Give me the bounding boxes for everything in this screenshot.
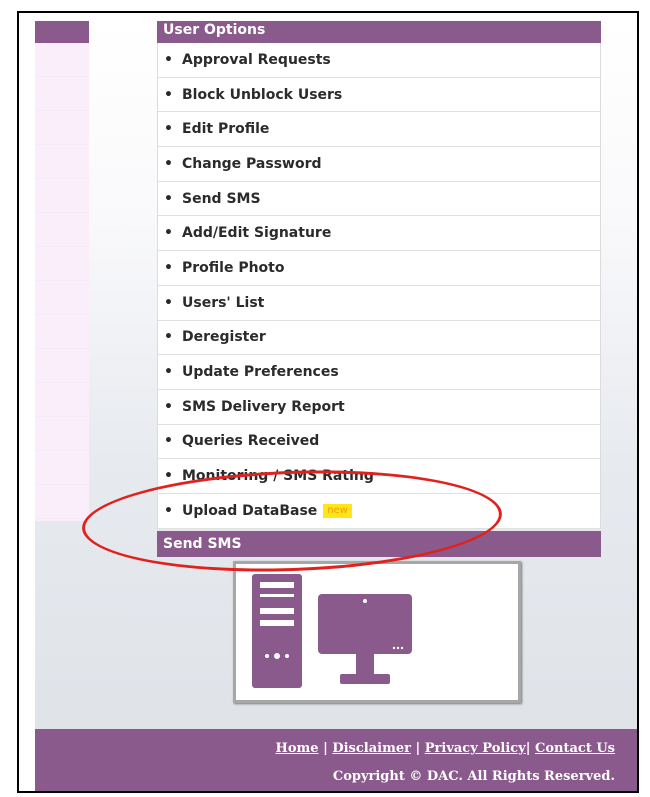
menu-item-update-preferences[interactable]: • Update Preferences <box>158 355 600 390</box>
user-options-menu: User Options • Approval Requests • Block U… <box>157 21 601 529</box>
footer-link-contact-us[interactable]: Contact Us <box>535 741 615 756</box>
bullet: • <box>164 329 173 346</box>
menu-item-queries-received[interactable]: • Queries Received <box>158 425 600 460</box>
menu-item-change-password[interactable]: • Change Password <box>158 147 600 182</box>
menu-item-label: Change Password <box>182 155 322 172</box>
footer-separator: | <box>415 741 421 756</box>
monitor-icon <box>318 594 412 684</box>
menu-item-label: Profile Photo <box>182 259 285 276</box>
bullet: • <box>164 259 173 276</box>
bullet: • <box>164 294 173 311</box>
bullet: • <box>164 51 173 68</box>
desktop-tower-icon <box>252 574 302 688</box>
menu-item-users-list[interactable]: • Users' List <box>158 286 600 321</box>
menu-item-send-sms[interactable]: • Send SMS <box>158 182 600 217</box>
copyright-text: Copyright © DAC. All Rights Reserved. <box>332 769 615 784</box>
left-column-header <box>35 21 89 43</box>
bullet: • <box>164 155 173 172</box>
bullet: • <box>164 86 173 103</box>
computer-illustration <box>233 561 521 703</box>
menu-item-deregister[interactable]: • Deregister <box>158 321 600 356</box>
bullet: • <box>164 398 173 415</box>
footer-link-disclaimer[interactable]: Disclaimer <box>332 741 411 756</box>
menu-item-label: Deregister <box>182 329 266 346</box>
menu-item-label: Block Unblock Users <box>182 86 343 103</box>
menu-item-approval-requests[interactable]: • Approval Requests <box>158 43 600 78</box>
menu-item-label: Update Preferences <box>182 364 339 381</box>
menu-item-label: Send SMS <box>182 190 261 207</box>
footer: Home | Disclaimer | Privacy Policy| Cont… <box>35 729 637 791</box>
menu-item-label: Edit Profile <box>182 121 270 138</box>
computer-illustration-svg <box>252 574 412 688</box>
menu-item-edit-profile[interactable]: • Edit Profile <box>158 112 600 148</box>
menu-item-label: Queries Received <box>182 433 320 450</box>
user-options-list: • Approval Requests • Block Unblock Users … <box>157 43 601 529</box>
bullet: • <box>164 225 173 242</box>
bullet: • <box>164 433 173 450</box>
footer-separator: | <box>323 741 328 756</box>
screenshot-frame: User Options • Approval Requests • Block U… <box>17 11 639 793</box>
menu-item-label: Users' List <box>182 294 265 311</box>
menu-item-label: Add/Edit Signature <box>182 225 332 242</box>
footer-links: Home | Disclaimer | Privacy Policy| Cont… <box>276 741 615 756</box>
menu-item-profile-photo[interactable]: • Profile Photo <box>158 251 600 286</box>
user-options-header: User Options <box>157 21 601 43</box>
footer-link-home[interactable]: Home <box>276 741 319 756</box>
footer-separator: | <box>525 741 531 756</box>
left-column <box>35 43 89 521</box>
footer-link-privacy-policy[interactable]: Privacy Policy <box>425 741 526 756</box>
bullet: • <box>164 121 173 138</box>
bullet: • <box>164 364 173 381</box>
bullet: • <box>164 190 173 207</box>
menu-item-sms-delivery-report[interactable]: • SMS Delivery Report <box>158 390 600 425</box>
menu-item-label: SMS Delivery Report <box>182 398 345 415</box>
menu-item-add-edit-signature[interactable]: • Add/Edit Signature <box>158 216 600 252</box>
menu-item-block-unblock-users[interactable]: • Block Unblock Users <box>158 78 600 113</box>
menu-item-label: Approval Requests <box>182 51 331 68</box>
